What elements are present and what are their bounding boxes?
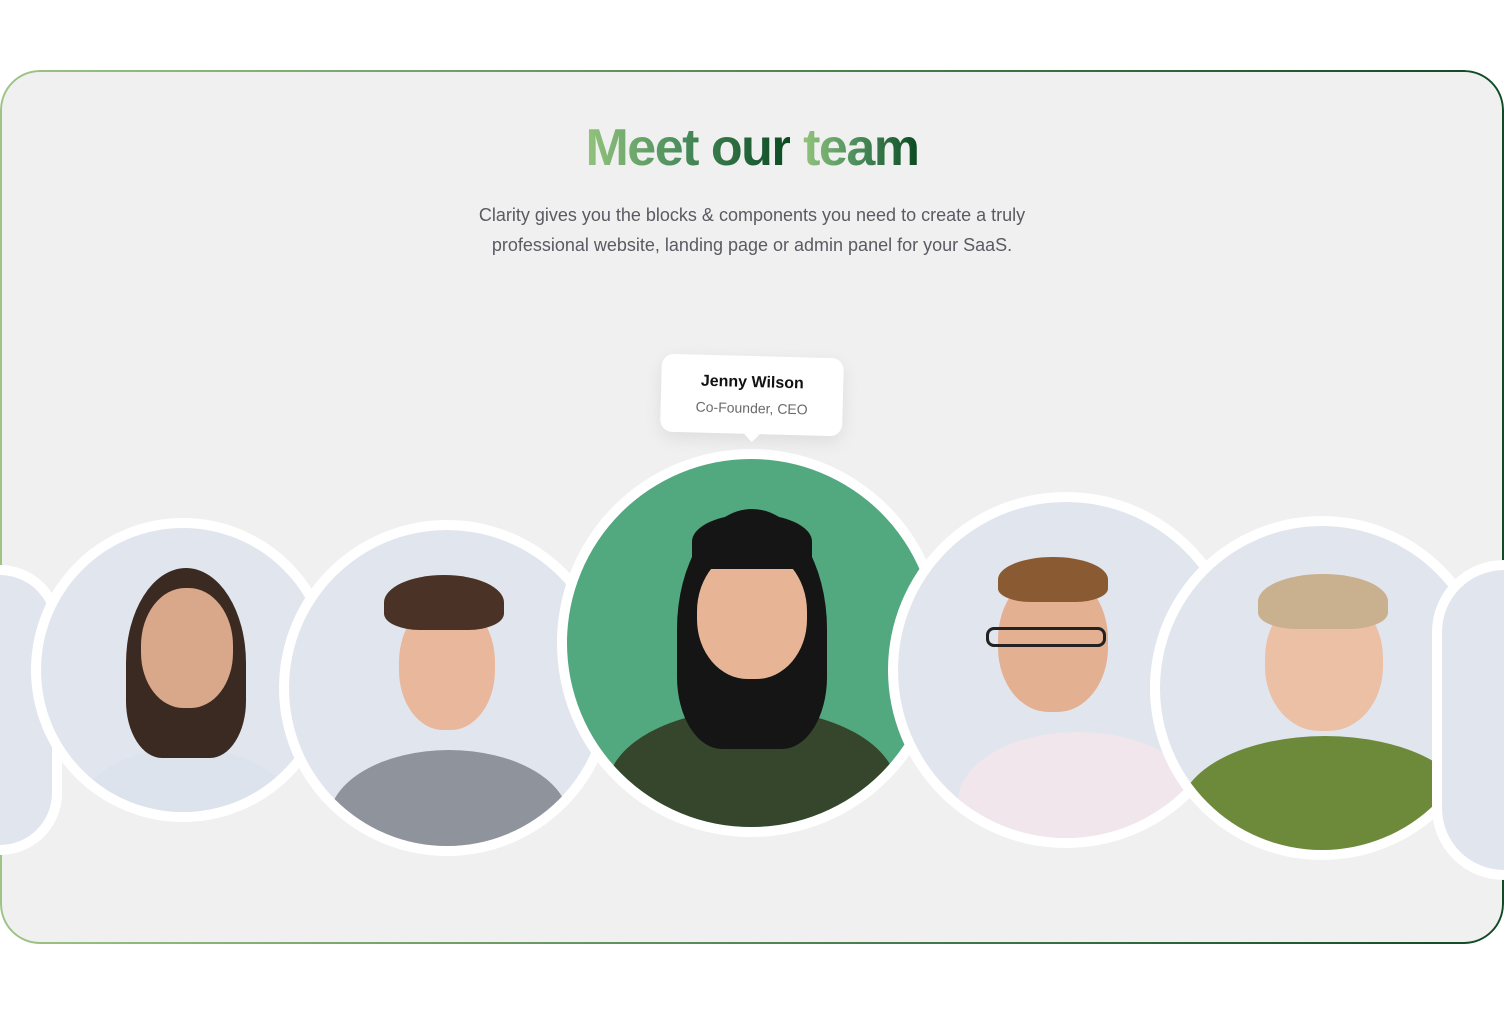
member-role: Co-Founder, CEO: [695, 398, 808, 418]
body: [329, 750, 569, 846]
member-name: Jenny Wilson: [700, 372, 805, 393]
section-title: Meet our team: [585, 119, 920, 177]
team-member-avatar-featured[interactable]: [557, 449, 945, 837]
glasses-icon: [986, 627, 1106, 647]
body: [1180, 736, 1470, 850]
member-tooltip: Jenny Wilson Co-Founder, CEO: [660, 353, 844, 437]
bangs: [692, 514, 812, 569]
hair: [384, 575, 504, 630]
face: [141, 588, 233, 708]
team-member-avatar-partial-right[interactable]: [1432, 560, 1504, 880]
section-subtitle: Clarity gives you the blocks & component…: [478, 205, 1026, 255]
hair: [1258, 574, 1388, 629]
hair: [998, 557, 1108, 602]
